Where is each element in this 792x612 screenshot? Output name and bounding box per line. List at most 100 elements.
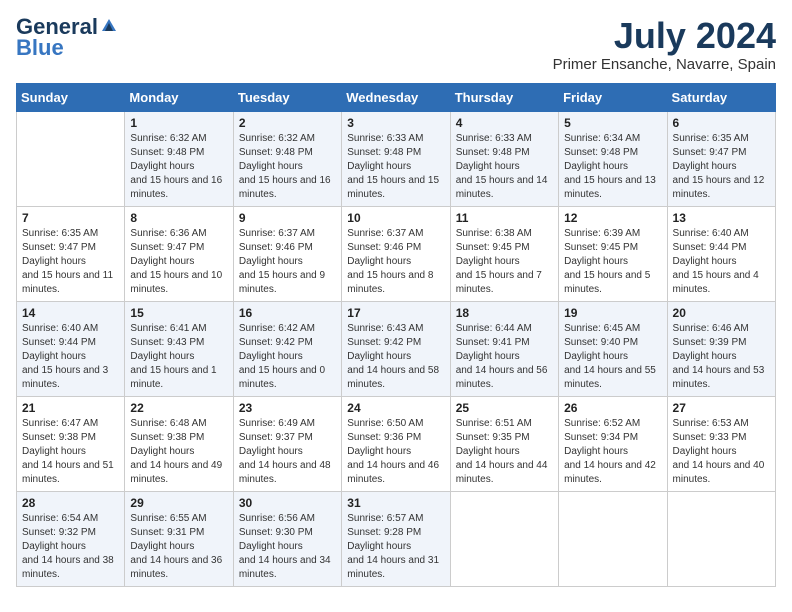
header: General Blue July 2024 Primer Ensanche, … (16, 16, 776, 73)
day-number: 7 (22, 211, 119, 225)
calendar-cell: 23 Sunrise: 6:49 AMSunset: 9:37 PMDaylig… (233, 396, 341, 491)
cell-info: Sunrise: 6:36 AMSunset: 9:47 PMDaylight … (130, 228, 222, 295)
calendar-cell: 8 Sunrise: 6:36 AMSunset: 9:47 PMDayligh… (125, 206, 233, 301)
calendar-cell: 12 Sunrise: 6:39 AMSunset: 9:45 PMDaylig… (559, 206, 667, 301)
calendar-cell: 30 Sunrise: 6:56 AMSunset: 9:30 PMDaylig… (233, 491, 341, 586)
title-block: July 2024 Primer Ensanche, Navarre, Spai… (553, 16, 776, 73)
cell-info: Sunrise: 6:52 AMSunset: 9:34 PMDaylight … (564, 418, 656, 485)
cell-info: Sunrise: 6:53 AMSunset: 9:33 PMDaylight … (673, 418, 765, 485)
day-number: 26 (564, 401, 661, 415)
day-number: 28 (22, 496, 119, 510)
day-number: 27 (673, 401, 770, 415)
header-row: Sunday Monday Tuesday Wednesday Thursday… (17, 83, 776, 111)
cell-info: Sunrise: 6:37 AMSunset: 9:46 PMDaylight … (239, 228, 325, 295)
col-wednesday: Wednesday (342, 83, 450, 111)
day-number: 25 (456, 401, 553, 415)
day-number: 24 (347, 401, 444, 415)
cell-info: Sunrise: 6:41 AMSunset: 9:43 PMDaylight … (130, 323, 216, 390)
cell-info: Sunrise: 6:54 AMSunset: 9:32 PMDaylight … (22, 513, 114, 580)
cell-info: Sunrise: 6:39 AMSunset: 9:45 PMDaylight … (564, 228, 650, 295)
logo-icon (100, 17, 118, 35)
calendar-cell: 20 Sunrise: 6:46 AMSunset: 9:39 PMDaylig… (667, 301, 775, 396)
day-number: 19 (564, 306, 661, 320)
calendar-cell: 4 Sunrise: 6:33 AMSunset: 9:48 PMDayligh… (450, 111, 558, 206)
calendar-cell: 10 Sunrise: 6:37 AMSunset: 9:46 PMDaylig… (342, 206, 450, 301)
cell-info: Sunrise: 6:37 AMSunset: 9:46 PMDaylight … (347, 228, 433, 295)
calendar-cell: 15 Sunrise: 6:41 AMSunset: 9:43 PMDaylig… (125, 301, 233, 396)
cell-info: Sunrise: 6:42 AMSunset: 9:42 PMDaylight … (239, 323, 325, 390)
location: Primer Ensanche, Navarre, Spain (553, 56, 776, 73)
calendar-cell: 19 Sunrise: 6:45 AMSunset: 9:40 PMDaylig… (559, 301, 667, 396)
calendar-cell (667, 491, 775, 586)
cell-info: Sunrise: 6:56 AMSunset: 9:30 PMDaylight … (239, 513, 331, 580)
cell-info: Sunrise: 6:40 AMSunset: 9:44 PMDaylight … (673, 228, 759, 295)
calendar-cell: 3 Sunrise: 6:33 AMSunset: 9:48 PMDayligh… (342, 111, 450, 206)
calendar-cell (559, 491, 667, 586)
cell-info: Sunrise: 6:47 AMSunset: 9:38 PMDaylight … (22, 418, 114, 485)
calendar-week-4: 28 Sunrise: 6:54 AMSunset: 9:32 PMDaylig… (17, 491, 776, 586)
cell-info: Sunrise: 6:35 AMSunset: 9:47 PMDaylight … (673, 133, 765, 200)
calendar-cell: 2 Sunrise: 6:32 AMSunset: 9:48 PMDayligh… (233, 111, 341, 206)
calendar-cell: 26 Sunrise: 6:52 AMSunset: 9:34 PMDaylig… (559, 396, 667, 491)
calendar-table: Sunday Monday Tuesday Wednesday Thursday… (16, 83, 776, 587)
day-number: 16 (239, 306, 336, 320)
calendar-week-2: 14 Sunrise: 6:40 AMSunset: 9:44 PMDaylig… (17, 301, 776, 396)
day-number: 5 (564, 116, 661, 130)
calendar-week-0: 1 Sunrise: 6:32 AMSunset: 9:48 PMDayligh… (17, 111, 776, 206)
day-number: 14 (22, 306, 119, 320)
cell-info: Sunrise: 6:50 AMSunset: 9:36 PMDaylight … (347, 418, 439, 485)
calendar-cell: 14 Sunrise: 6:40 AMSunset: 9:44 PMDaylig… (17, 301, 125, 396)
cell-info: Sunrise: 6:51 AMSunset: 9:35 PMDaylight … (456, 418, 548, 485)
cell-info: Sunrise: 6:38 AMSunset: 9:45 PMDaylight … (456, 228, 542, 295)
day-number: 6 (673, 116, 770, 130)
cell-info: Sunrise: 6:49 AMSunset: 9:37 PMDaylight … (239, 418, 331, 485)
day-number: 22 (130, 401, 227, 415)
day-number: 2 (239, 116, 336, 130)
day-number: 21 (22, 401, 119, 415)
day-number: 12 (564, 211, 661, 225)
cell-info: Sunrise: 6:44 AMSunset: 9:41 PMDaylight … (456, 323, 548, 390)
cell-info: Sunrise: 6:40 AMSunset: 9:44 PMDaylight … (22, 323, 108, 390)
cell-info: Sunrise: 6:55 AMSunset: 9:31 PMDaylight … (130, 513, 222, 580)
day-number: 31 (347, 496, 444, 510)
calendar-cell: 7 Sunrise: 6:35 AMSunset: 9:47 PMDayligh… (17, 206, 125, 301)
cell-info: Sunrise: 6:48 AMSunset: 9:38 PMDaylight … (130, 418, 222, 485)
calendar-cell (450, 491, 558, 586)
day-number: 1 (130, 116, 227, 130)
day-number: 23 (239, 401, 336, 415)
page: General Blue July 2024 Primer Ensanche, … (0, 0, 792, 597)
calendar-week-1: 7 Sunrise: 6:35 AMSunset: 9:47 PMDayligh… (17, 206, 776, 301)
cell-info: Sunrise: 6:57 AMSunset: 9:28 PMDaylight … (347, 513, 439, 580)
day-number: 9 (239, 211, 336, 225)
cell-info: Sunrise: 6:32 AMSunset: 9:48 PMDaylight … (130, 133, 222, 200)
calendar-cell: 11 Sunrise: 6:38 AMSunset: 9:45 PMDaylig… (450, 206, 558, 301)
calendar-cell: 16 Sunrise: 6:42 AMSunset: 9:42 PMDaylig… (233, 301, 341, 396)
day-number: 20 (673, 306, 770, 320)
calendar-cell: 28 Sunrise: 6:54 AMSunset: 9:32 PMDaylig… (17, 491, 125, 586)
col-tuesday: Tuesday (233, 83, 341, 111)
day-number: 11 (456, 211, 553, 225)
day-number: 3 (347, 116, 444, 130)
cell-info: Sunrise: 6:32 AMSunset: 9:48 PMDaylight … (239, 133, 331, 200)
day-number: 8 (130, 211, 227, 225)
day-number: 13 (673, 211, 770, 225)
col-thursday: Thursday (450, 83, 558, 111)
calendar-cell: 18 Sunrise: 6:44 AMSunset: 9:41 PMDaylig… (450, 301, 558, 396)
month-year: July 2024 (553, 16, 776, 56)
logo: General Blue (16, 16, 118, 61)
calendar-cell: 17 Sunrise: 6:43 AMSunset: 9:42 PMDaylig… (342, 301, 450, 396)
calendar-cell: 29 Sunrise: 6:55 AMSunset: 9:31 PMDaylig… (125, 491, 233, 586)
cell-info: Sunrise: 6:43 AMSunset: 9:42 PMDaylight … (347, 323, 439, 390)
cell-info: Sunrise: 6:33 AMSunset: 9:48 PMDaylight … (456, 133, 548, 200)
day-number: 10 (347, 211, 444, 225)
cell-info: Sunrise: 6:34 AMSunset: 9:48 PMDaylight … (564, 133, 656, 200)
calendar-cell: 27 Sunrise: 6:53 AMSunset: 9:33 PMDaylig… (667, 396, 775, 491)
col-monday: Monday (125, 83, 233, 111)
cell-info: Sunrise: 6:46 AMSunset: 9:39 PMDaylight … (673, 323, 765, 390)
col-saturday: Saturday (667, 83, 775, 111)
day-number: 15 (130, 306, 227, 320)
calendar-cell: 5 Sunrise: 6:34 AMSunset: 9:48 PMDayligh… (559, 111, 667, 206)
col-sunday: Sunday (17, 83, 125, 111)
calendar-cell: 1 Sunrise: 6:32 AMSunset: 9:48 PMDayligh… (125, 111, 233, 206)
day-number: 17 (347, 306, 444, 320)
